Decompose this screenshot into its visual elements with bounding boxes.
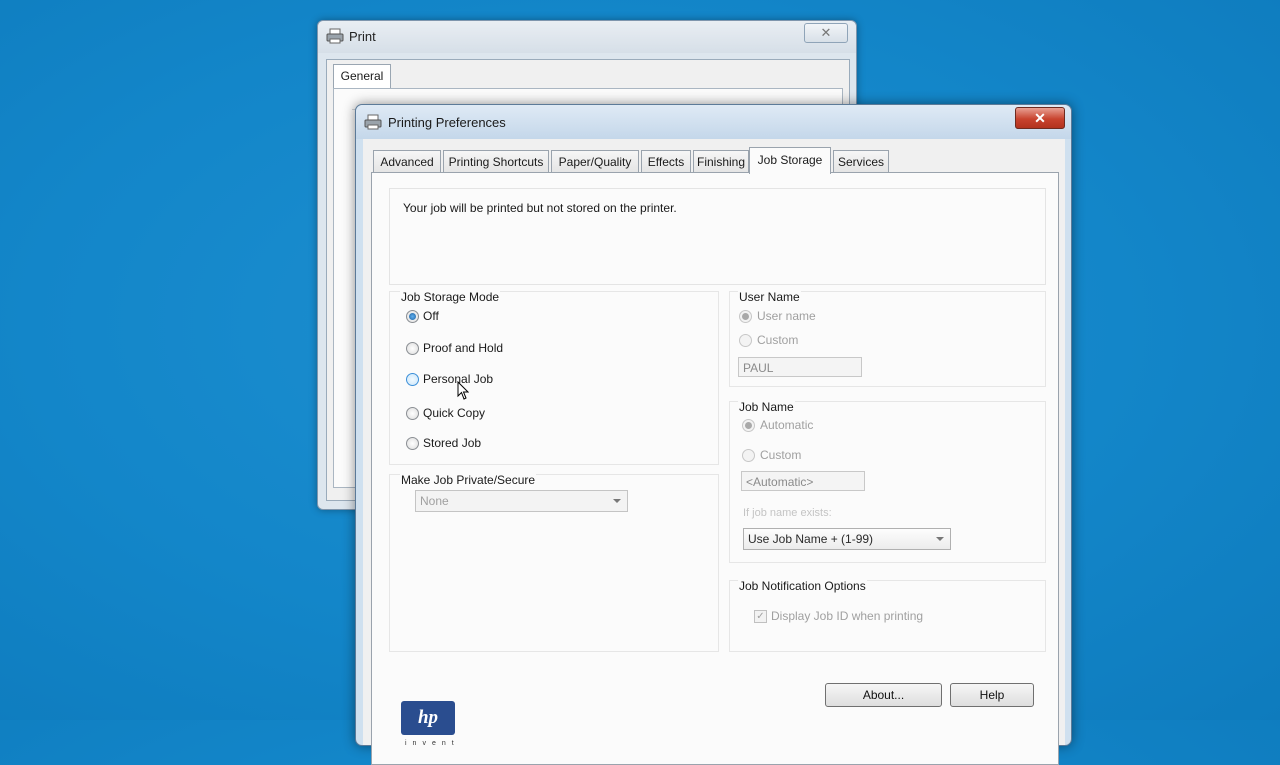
private-secure-select[interactable]: None [415,490,628,512]
pref-titlebar[interactable]: Printing Preferences ✕ [356,105,1071,139]
job-name-exists-value: Use Job Name + (1-99) [748,532,874,546]
help-button[interactable]: Help [950,683,1034,707]
private-secure-label: Make Job Private/Secure [400,473,537,487]
about-button[interactable]: About... [825,683,942,707]
print-window-title: Print [349,29,376,44]
user-name-label: User Name [738,290,801,304]
radio-personal-job[interactable] [406,373,419,386]
radio-off[interactable] [406,310,419,323]
private-secure-value: None [420,494,449,508]
job-name-exists-select[interactable]: Use Job Name + (1-99) [743,528,951,550]
chevron-down-icon [613,499,621,503]
tab-printing-shortcuts[interactable]: Printing Shortcuts [443,150,549,173]
description-box: Your job will be printed but not stored … [389,188,1046,285]
job-name-exists-label: If job name exists: [743,507,832,519]
job-name-label: Job Name [738,400,795,414]
tab-finishing[interactable]: Finishing [693,150,749,173]
printer-icon [364,114,382,130]
radio-user-name-label[interactable]: User name [757,309,816,323]
user-name-field[interactable]: PAUL [738,357,862,377]
hp-logo-mark: hp [417,707,439,728]
mouse-pointer-icon [457,381,469,400]
radio-job-custom-label[interactable]: Custom [760,448,801,462]
tab-paper-quality[interactable]: Paper/Quality [551,150,639,173]
job-storage-panel: Your job will be printed but not stored … [371,172,1059,765]
job-storage-description: Your job will be printed but not stored … [403,201,677,215]
tab-job-storage[interactable]: Job Storage [749,147,831,174]
radio-quick-copy[interactable] [406,407,419,420]
hp-tagline: invent [405,740,460,747]
tab-effects[interactable]: Effects [641,150,691,173]
chevron-down-icon [936,537,944,541]
radio-user-custom-label[interactable]: Custom [757,333,798,347]
radio-stored-job-label[interactable]: Stored Job [423,436,481,450]
printer-icon [326,28,344,44]
radio-user-custom[interactable] [739,334,752,347]
pref-window-title: Printing Preferences [388,115,506,130]
pref-close-button[interactable]: ✕ [1015,107,1065,129]
radio-proof-and-hold[interactable] [406,342,419,355]
radio-off-label[interactable]: Off [423,309,439,323]
job-name-field[interactable]: <Automatic> [741,471,865,491]
printing-preferences-window: Printing Preferences ✕ Advanced Printing… [355,104,1072,765]
tab-general[interactable]: General [333,64,391,89]
tab-services[interactable]: Services [833,150,889,173]
pref-client-area: Advanced Printing Shortcuts Paper/Qualit… [363,139,1065,765]
tab-advanced[interactable]: Advanced [373,150,441,173]
radio-stored-job[interactable] [406,437,419,450]
job-notification-label: Job Notification Options [738,579,867,593]
display-job-id-checkbox[interactable]: ✓ [754,610,767,623]
job-storage-mode-label: Job Storage Mode [400,290,501,304]
radio-job-automatic[interactable] [742,419,755,432]
radio-user-name[interactable] [739,310,752,323]
display-job-id-label[interactable]: Display Job ID when printing [771,609,923,623]
radio-job-custom[interactable] [742,449,755,462]
print-titlebar[interactable]: Print ✕ [318,21,856,53]
radio-proof-and-hold-label[interactable]: Proof and Hold [423,341,503,355]
print-close-button[interactable]: ✕ [804,23,848,43]
radio-quick-copy-label[interactable]: Quick Copy [423,406,485,420]
hp-logo: hp [401,701,455,735]
radio-job-automatic-label[interactable]: Automatic [760,418,813,432]
